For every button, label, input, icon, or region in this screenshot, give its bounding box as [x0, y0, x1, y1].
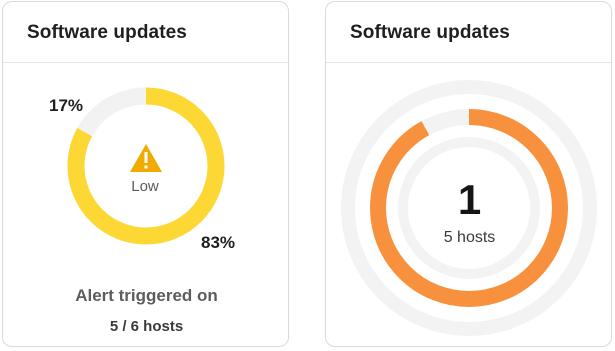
update-count: 1 [457, 176, 482, 223]
progress-ring [341, 80, 597, 336]
warning-icon [130, 144, 162, 172]
hosts-ratio: 5 / 6 hosts [109, 318, 184, 335]
software-updates-card-alert[interactable]: Software updates 17% 83% Low Alert trigg… [2, 1, 289, 347]
hosts-label: 5 hosts [443, 229, 496, 246]
alert-triggered-text: Alert triggered on [75, 286, 218, 305]
software-updates-card-count[interactable]: Software updates 1 5 hosts [325, 1, 612, 347]
donut-low-percent: 17% [49, 96, 84, 115]
donut-high-percent: 83% [201, 233, 236, 252]
severity-label: Low [131, 178, 159, 195]
